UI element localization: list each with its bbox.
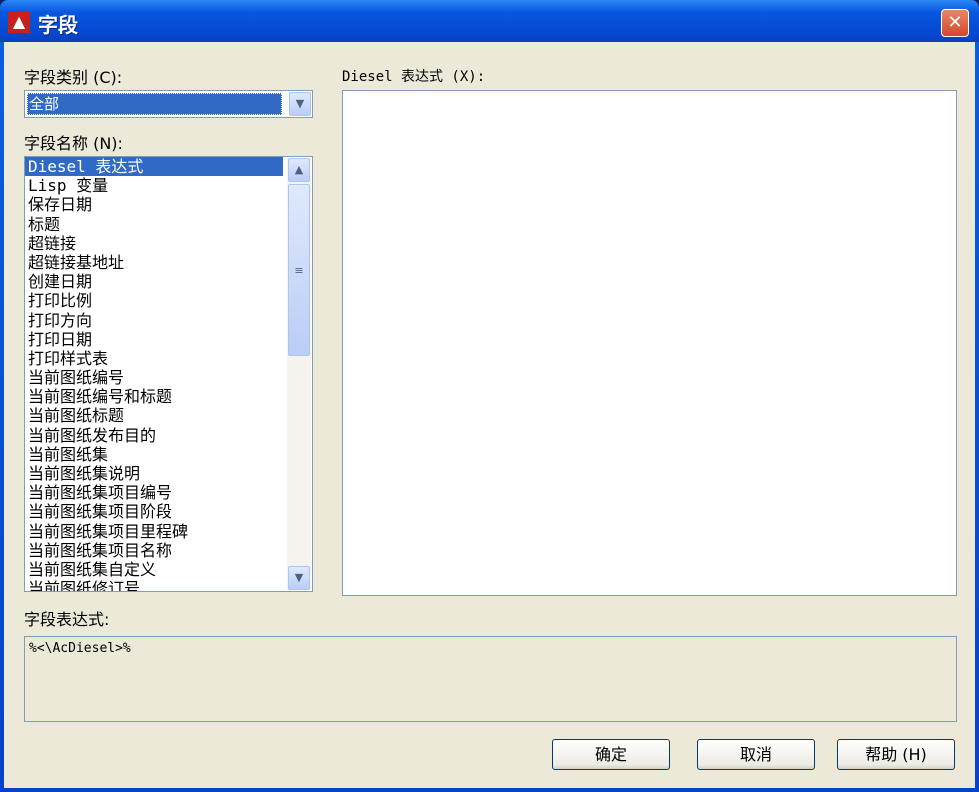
field-name-item[interactable]: 创建日期 <box>25 272 312 291</box>
field-names-label: 字段名称 (N): <box>24 134 123 153</box>
field-name-item[interactable]: 当前图纸编号 <box>25 368 312 387</box>
autocad-logo-icon: ▲ <box>8 11 30 33</box>
field-category-label: 字段类别 (C): <box>24 68 123 87</box>
diesel-expression-input[interactable] <box>342 90 957 596</box>
field-name-item[interactable]: 打印日期 <box>25 330 312 349</box>
field-dialog: ▲ 字段 ✕ 字段类别 (C): 全部 ▼ 字段名称 (N): Diesel 表… <box>0 0 979 792</box>
scroll-down-icon[interactable]: ▼ <box>288 566 310 590</box>
scrollbar[interactable]: ▲ ≡ ▼ <box>287 158 311 590</box>
field-name-item[interactable]: Diesel 表达式 <box>25 157 283 177</box>
field-name-item[interactable]: 当前图纸标题 <box>25 406 312 425</box>
scroll-thumb[interactable]: ≡ <box>288 184 310 356</box>
help-button[interactable]: 帮助 (H) <box>837 739 955 770</box>
cancel-button[interactable]: 取消 <box>697 739 815 770</box>
diesel-expression-label: Diesel 表达式 (X): <box>342 69 486 85</box>
field-expression-value: %<\AcDiesel>% <box>24 636 957 722</box>
field-name-item[interactable]: 当前图纸集说明 <box>25 464 312 483</box>
field-names-list[interactable]: Diesel 表达式 Lisp 变量 保存日期 标题 超链接 超链接基地址 创建日期 打印比例… <box>24 156 313 592</box>
field-name-item[interactable]: 当前图纸修订号 <box>25 579 312 591</box>
chevron-down-icon[interactable]: ▼ <box>289 92 311 116</box>
field-name-item[interactable]: 当前图纸集项目里程碑 <box>25 522 312 541</box>
field-name-item[interactable]: 当前图纸集项目阶段 <box>25 502 312 521</box>
title-bar: ▲ 字段 ✕ <box>0 0 979 42</box>
ok-button[interactable]: 确定 <box>552 739 670 770</box>
field-name-item[interactable]: 当前图纸集项目名称 <box>25 541 312 560</box>
field-name-item[interactable]: 当前图纸发布目的 <box>25 426 312 445</box>
field-expression-label: 字段表达式: <box>24 610 110 629</box>
field-name-item[interactable]: 当前图纸集 <box>25 445 312 464</box>
field-name-item[interactable]: 当前图纸集自定义 <box>25 560 312 579</box>
field-category-value: 全部 <box>27 93 282 115</box>
field-name-item[interactable]: 当前图纸集项目编号 <box>25 483 312 502</box>
field-name-item[interactable]: Lisp 变量 <box>25 176 312 195</box>
field-name-item[interactable]: 保存日期 <box>25 195 312 214</box>
field-name-item[interactable]: 标题 <box>25 215 312 234</box>
field-category-select[interactable]: 全部 ▼ <box>24 90 313 118</box>
field-name-item[interactable]: 打印方向 <box>25 311 312 330</box>
field-name-item[interactable]: 打印样式表 <box>25 349 312 368</box>
field-name-item[interactable]: 超链接基地址 <box>25 253 312 272</box>
field-name-item[interactable]: 当前图纸编号和标题 <box>25 387 312 406</box>
close-button[interactable]: ✕ <box>941 9 969 37</box>
dialog-title: 字段 <box>38 13 78 37</box>
field-name-item[interactable]: 打印比例 <box>25 291 312 310</box>
dialog-body: 字段类别 (C): 全部 ▼ 字段名称 (N): Diesel 表达式 Lisp … <box>4 42 975 788</box>
scroll-up-icon[interactable]: ▲ <box>288 158 310 182</box>
field-name-item[interactable]: 超链接 <box>25 234 312 253</box>
